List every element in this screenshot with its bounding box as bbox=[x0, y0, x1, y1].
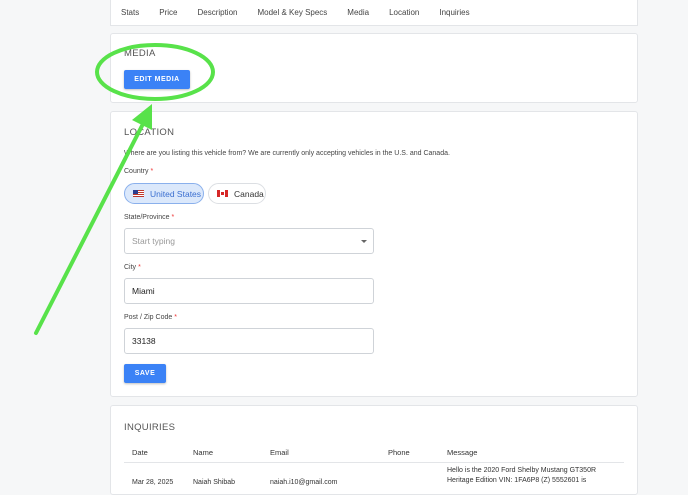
row-date: Mar 28, 2025 bbox=[132, 479, 174, 486]
location-description: Where are you listing this vehicle from?… bbox=[124, 150, 450, 157]
country-option-label: Canada bbox=[234, 188, 264, 199]
country-option-united-states[interactable]: United States bbox=[124, 183, 204, 204]
tab-inquiries[interactable]: Inquiries bbox=[439, 8, 469, 17]
state-province-select[interactable]: Start typing bbox=[124, 228, 374, 254]
tab-location[interactable]: Location bbox=[389, 8, 419, 17]
country-option-label: United States bbox=[150, 188, 202, 199]
row-message-line-1: Hello is the 2020 Ford Shelby Mustang GT… bbox=[447, 467, 597, 474]
column-message: Message bbox=[447, 448, 478, 457]
inquiries-title: INQUIRIES bbox=[124, 422, 176, 433]
location-title: LOCATION bbox=[124, 127, 175, 138]
city-label: City * bbox=[124, 264, 141, 271]
media-title: MEDIA bbox=[124, 48, 156, 59]
tab-model-key-specs[interactable]: Model & Key Specs bbox=[257, 8, 327, 17]
column-phone: Phone bbox=[388, 448, 410, 457]
tab-stats[interactable]: Stats bbox=[121, 8, 139, 17]
row-name: Naiah Shibab bbox=[193, 479, 236, 486]
row-message-line-2: Heritage Edition VIN: 1FA6P8 (Z) 5552601… bbox=[447, 477, 587, 484]
row-email: naiah.i10@gmail.com bbox=[270, 479, 338, 486]
chevron-down-icon bbox=[361, 240, 367, 243]
column-email: Email bbox=[270, 448, 289, 457]
state-placeholder: Start typing bbox=[132, 236, 175, 246]
state-label: State/Province * bbox=[124, 214, 175, 221]
tab-price[interactable]: Price bbox=[159, 8, 177, 17]
zip-code-input[interactable]: 33138 bbox=[124, 328, 374, 354]
country-option-canada[interactable]: Canada bbox=[208, 183, 266, 204]
location-card: LOCATION Where are you listing this vehi… bbox=[110, 111, 638, 397]
tab-media[interactable]: Media bbox=[347, 8, 369, 17]
section-tab-bar: Stats Price Description Model & Key Spec… bbox=[110, 0, 638, 26]
media-card: MEDIA EDIT MEDIA bbox=[110, 33, 638, 103]
zip-label: Post / Zip Code * bbox=[124, 314, 177, 321]
edit-media-button[interactable]: EDIT MEDIA bbox=[124, 70, 190, 89]
column-date: Date bbox=[132, 448, 148, 457]
tab-description[interactable]: Description bbox=[197, 8, 237, 17]
us-flag-icon bbox=[133, 190, 144, 197]
city-input[interactable]: Miami bbox=[124, 278, 374, 304]
inquiries-table-header: Date Name Email Phone Message bbox=[124, 448, 624, 463]
column-name: Name bbox=[193, 448, 214, 457]
save-button[interactable]: SAVE bbox=[124, 364, 166, 383]
canada-flag-icon bbox=[217, 190, 228, 197]
country-label: Country * bbox=[124, 168, 154, 175]
